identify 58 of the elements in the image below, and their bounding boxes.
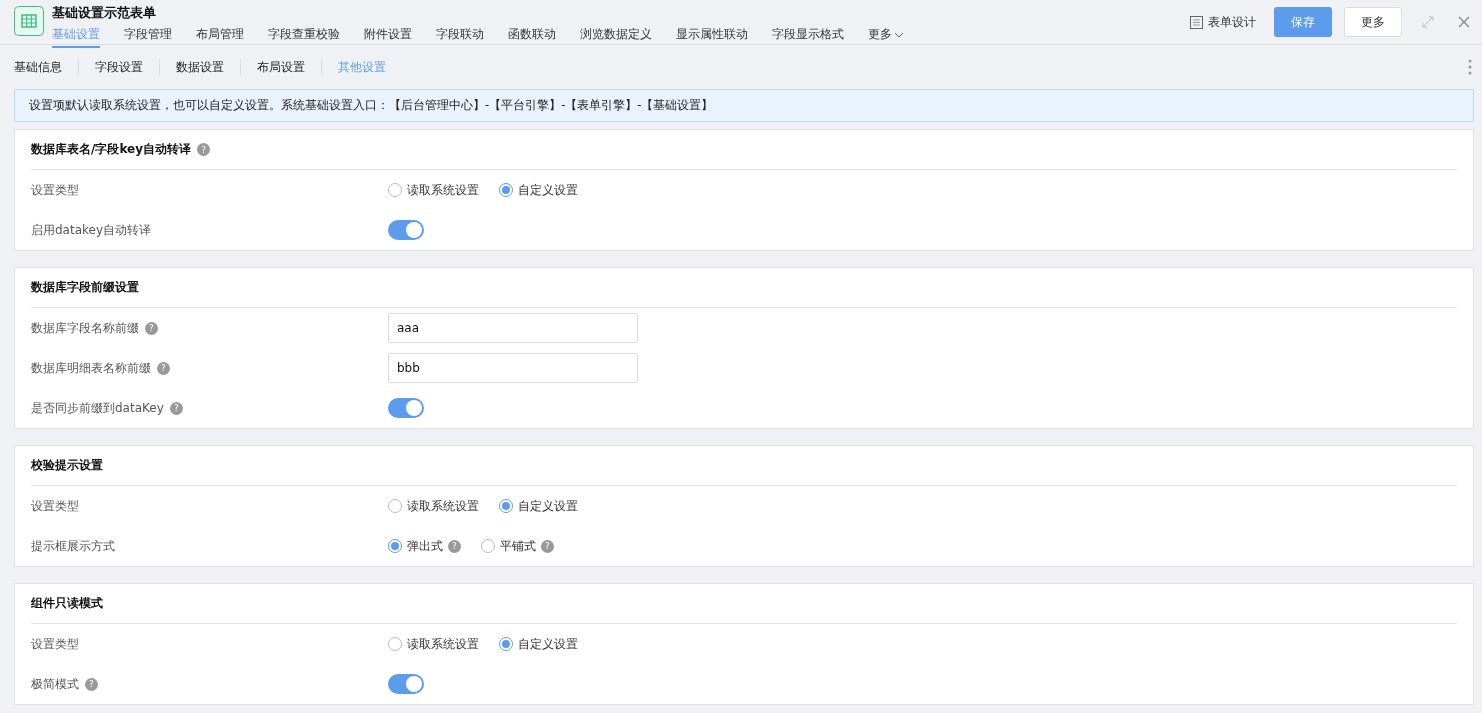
radio-button[interactable] <box>388 183 402 197</box>
nav-tab[interactable]: 字段管理 <box>124 26 172 48</box>
radio-label[interactable]: 自定义设置 <box>518 181 578 199</box>
radio-label[interactable]: 自定义设置 <box>518 497 578 515</box>
more-tab[interactable]: 更多 <box>868 26 904 48</box>
field-label: 极简模式 <box>31 675 79 693</box>
section-title: 数据库字段前缀设置 <box>31 279 139 296</box>
field-label: 数据库明细表名称前缀 <box>31 359 151 377</box>
toggle-switch[interactable] <box>388 398 424 418</box>
toggle-switch[interactable] <box>388 220 424 240</box>
input-field[interactable]: aaa <box>388 313 638 343</box>
radio-button[interactable] <box>388 539 402 553</box>
nav-tab[interactable]: 字段联动 <box>436 26 484 48</box>
table-icon <box>14 6 44 36</box>
sub-tab[interactable]: 基础信息 <box>14 58 78 76</box>
nav-tab[interactable]: 附件设置 <box>364 26 412 48</box>
form-design-link[interactable]: 表单设计 <box>1190 13 1256 31</box>
radio-label[interactable]: 平铺式 <box>500 537 536 555</box>
nav-tab[interactable]: 字段显示格式 <box>772 26 844 48</box>
field-label: 设置类型 <box>31 635 79 653</box>
form-icon <box>1190 15 1203 29</box>
radio-button[interactable] <box>388 637 402 651</box>
section-title: 校验提示设置 <box>31 457 103 474</box>
sub-tab[interactable]: 数据设置 <box>159 58 240 76</box>
close-icon[interactable] <box>1458 16 1470 28</box>
radio-label[interactable]: 弹出式 <box>407 537 443 555</box>
nav-tab[interactable]: 浏览数据定义 <box>580 26 652 48</box>
radio-label[interactable]: 读取系统设置 <box>407 181 479 199</box>
section-title: 组件只读模式 <box>31 595 103 612</box>
radio-label[interactable]: 读取系统设置 <box>407 635 479 653</box>
sub-tab[interactable]: 字段设置 <box>78 58 159 76</box>
more-options-icon[interactable] <box>1468 59 1472 75</box>
sub-tab[interactable]: 布局设置 <box>240 58 321 76</box>
nav-tab[interactable]: 字段查重校验 <box>268 26 340 48</box>
radio-label[interactable]: 自定义设置 <box>518 635 578 653</box>
radio-button[interactable] <box>499 183 513 197</box>
more-button[interactable]: 更多 <box>1344 7 1402 37</box>
nav-tab[interactable]: 布局管理 <box>196 26 244 48</box>
form-title: 基础设置示范表单 <box>52 4 157 22</box>
radio-button[interactable] <box>499 499 513 513</box>
field-label: 数据库字段名称前缀 <box>31 319 139 337</box>
input-field[interactable]: bbb <box>388 353 638 383</box>
radio-button[interactable] <box>499 637 513 651</box>
nav-tab[interactable]: 函数联动 <box>508 26 556 48</box>
nav-tab[interactable]: 显示属性联动 <box>676 26 748 48</box>
info-notice: 设置项默认读取系统设置，也可以自定义设置。系统基础设置入口：【后台管理中心】-【平台引擎】-【表单引擎】-【基础设置】 <box>14 89 1474 122</box>
field-label: 设置类型 <box>31 497 79 515</box>
expand-icon[interactable] <box>1422 16 1434 28</box>
radio-label[interactable]: 读取系统设置 <box>407 497 479 515</box>
field-label: 设置类型 <box>31 181 79 199</box>
radio-button[interactable] <box>388 499 402 513</box>
chevron-down-icon <box>894 31 904 38</box>
field-label: 提示框展示方式 <box>31 537 115 555</box>
field-label: 启用datakey自动转译 <box>31 221 152 239</box>
radio-button[interactable] <box>481 539 495 553</box>
section-title: 数据库表名/字段key自动转译 <box>31 141 191 158</box>
toggle-switch[interactable] <box>388 674 424 694</box>
field-label: 是否同步前缀到dataKey <box>31 399 164 417</box>
